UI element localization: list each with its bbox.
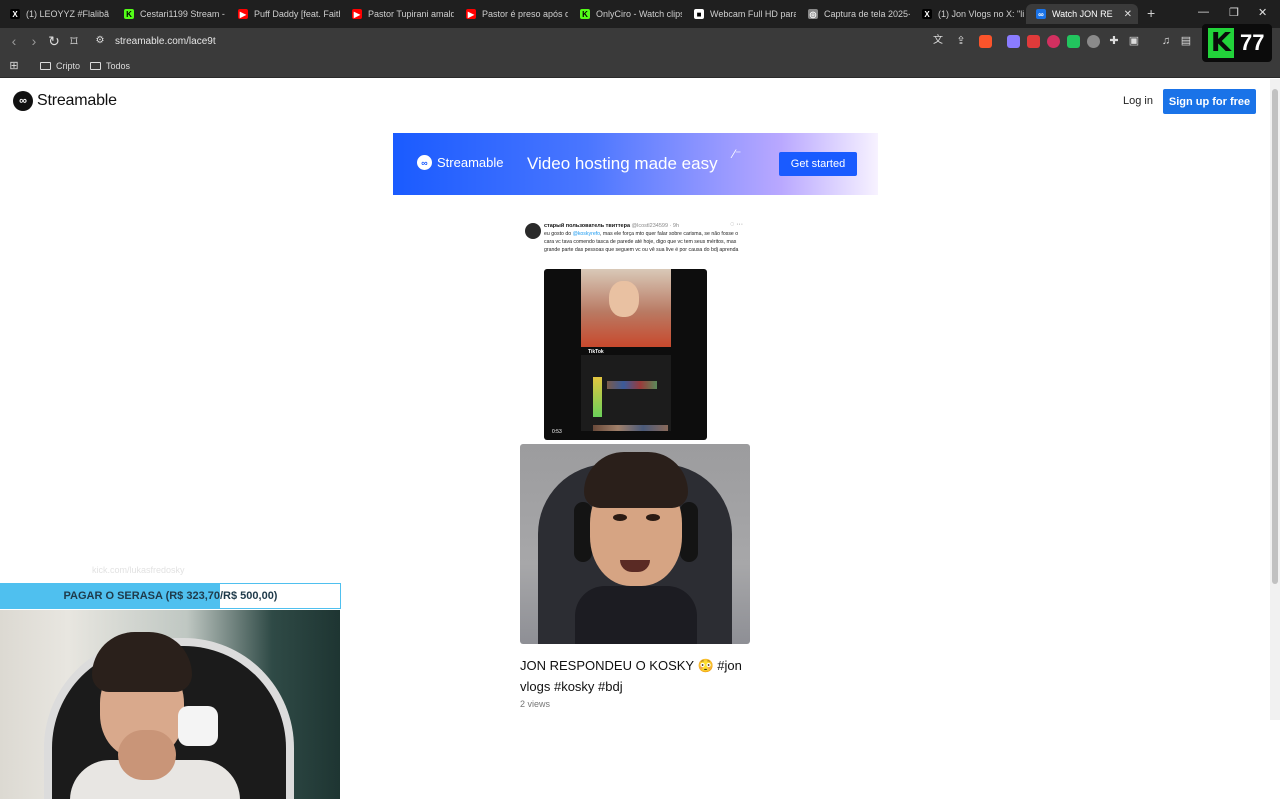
browser-tab[interactable]: ▶ Puff Daddy [feat. Faith	[228, 4, 340, 24]
counter-value: 77	[1240, 30, 1265, 55]
kick-icon: K	[580, 9, 590, 19]
video-frame-image	[581, 355, 671, 431]
translate-icon[interactable]: 文	[930, 33, 946, 49]
headphone-right	[680, 502, 698, 562]
tab-title: Captura de tela 2025-	[824, 9, 910, 19]
sidebar-icon[interactable]: ▤	[1178, 33, 1194, 49]
overlay-counter: K 77	[1202, 24, 1272, 62]
close-window-icon[interactable]: ✕	[1258, 6, 1267, 19]
youtube-icon: ▶	[352, 9, 362, 19]
streamable-logo-icon: ∞	[417, 155, 432, 170]
folder-icon	[90, 62, 101, 70]
media-timestamp: 0:53	[552, 429, 562, 435]
tweet-screenshot: старый пользователь твиттера @lcostl2345…	[520, 216, 750, 444]
browser-tab[interactable]: ■ Webcam Full HD para	[684, 4, 796, 24]
kick-logo-icon: K	[1208, 28, 1234, 58]
kick-icon: K	[124, 9, 134, 19]
avatar	[525, 223, 541, 239]
screenshot-icon[interactable]: ▣	[1126, 33, 1142, 49]
extension-icon[interactable]	[1007, 35, 1020, 48]
extensions-puzzle-icon[interactable]: ✚	[1106, 33, 1122, 49]
store-icon: ■	[694, 9, 704, 19]
tweet-text: eu gosto do @koskyrefo, mas ele força mt…	[544, 231, 739, 253]
browser-toolbar: ‹ › ↻ ⌑ ⚙ streamable.com/lace9t 文 ⇪ ✚ ▣ …	[0, 28, 1280, 56]
video-title: JON RESPONDEU O KOSKY 😳 #jon vlogs #kosk…	[520, 658, 742, 694]
forward-icon[interactable]: ›	[26, 33, 42, 49]
streamable-logo-icon: ∞	[13, 91, 33, 111]
tweet-user: старый пользователь твиттера @lcostl2345…	[544, 223, 680, 229]
extension-icon[interactable]	[1047, 35, 1060, 48]
tab-title: Puff Daddy [feat. Faith	[254, 9, 340, 19]
tweet-media: TikTok 0:53	[544, 269, 707, 440]
address-bar[interactable]: streamable.com/lace9t	[115, 36, 216, 47]
tab-title: Cestari1199 Stream - V	[140, 9, 226, 19]
get-started-button[interactable]: Get started	[779, 152, 857, 176]
earphone	[178, 706, 218, 746]
donation-goal-bar: PAGAR O SERASA (R$ 323,70/R$ 500,00)	[0, 583, 341, 609]
page-content: ∞ Streamable Log in Sign up for free ∞ S…	[0, 79, 1270, 799]
browser-tab[interactable]: X (1) LEOYYZ #Flalibã no	[0, 4, 112, 24]
browser-tab[interactable]: K OnlyCiro - Watch clips	[570, 4, 682, 24]
video-player[interactable]	[520, 444, 750, 644]
extension-icon[interactable]	[1027, 35, 1040, 48]
scrollbar-thumb[interactable]	[1272, 89, 1278, 584]
bookmark-todos[interactable]: Todos	[90, 61, 130, 71]
site-info-icon[interactable]: ⚙	[92, 33, 108, 49]
folder-icon	[40, 62, 51, 70]
browser-tab[interactable]: K Cestari1199 Stream - V	[114, 4, 226, 24]
apps-icon[interactable]: ⊞	[6, 58, 22, 74]
video-views: 2 views	[520, 699, 551, 709]
browser-tab[interactable]: ◎ Captura de tela 2025-	[798, 4, 910, 24]
x-icon: X	[922, 9, 932, 19]
extension-icon[interactable]	[1067, 35, 1080, 48]
media-icon[interactable]: ♫	[1158, 33, 1174, 49]
bookmark-icon[interactable]: ⌑	[66, 33, 82, 49]
streamable-icon: ∞	[1036, 9, 1046, 19]
back-icon[interactable]: ‹	[6, 33, 22, 49]
login-link[interactable]: Log in	[1123, 95, 1153, 107]
more-icon: ◌ ···	[730, 221, 744, 228]
bookmarks-bar: ⊞ Cripto Todos	[0, 56, 1280, 78]
stream-channel-url: kick.com/lukasfredosky	[92, 565, 185, 575]
restore-icon[interactable]: ❐	[1229, 6, 1239, 19]
tab-title: Watch JON RE	[1052, 9, 1113, 19]
bookmark-cripto[interactable]: Cripto	[40, 61, 80, 71]
tab-title: Webcam Full HD para	[710, 9, 796, 19]
sparkle-icon: ⁄⁻	[733, 147, 742, 161]
brave-shield-icon[interactable]	[979, 35, 992, 48]
banner-logo: ∞ Streamable	[417, 155, 503, 170]
streamable-logo[interactable]: ∞ Streamable	[13, 91, 117, 111]
youtube-icon: ▶	[238, 9, 248, 19]
browser-tab[interactable]: ▶ Pastor Tupirani amald	[342, 4, 454, 24]
x-icon: X	[10, 9, 20, 19]
tab-title: (1) LEOYYZ #Flalibã no	[26, 9, 112, 19]
youtube-icon: ▶	[466, 9, 476, 19]
tab-bar: X (1) LEOYYZ #Flalibã no K Cestari1199 Stre…	[0, 0, 1280, 28]
tab-title: (1) Jon Vlogs no X: "li	[938, 9, 1024, 19]
share-icon[interactable]: ⇪	[953, 33, 969, 49]
minimize-icon[interactable]: —	[1198, 6, 1209, 18]
new-tab-button[interactable]: +	[1147, 5, 1155, 21]
promo-banner[interactable]: ∞ Streamable Video hosting made easy ⁄⁻ …	[393, 133, 878, 195]
scrollbar[interactable]	[1270, 79, 1280, 720]
browser-tab[interactable]: ▶ Pastor é preso após de	[456, 4, 568, 24]
globe-icon: ◎	[808, 9, 818, 19]
tab-title: Pastor Tupirani amald	[368, 9, 454, 19]
banner-tagline: Video hosting made easy	[527, 154, 718, 173]
close-tab-icon[interactable]: ✕	[1124, 9, 1132, 20]
browser-tab[interactable]: X (1) Jon Vlogs no X: "li	[912, 4, 1024, 24]
streamer-webcam	[0, 610, 340, 799]
signup-button[interactable]: Sign up for free	[1163, 89, 1256, 114]
video-frame-image	[581, 269, 671, 347]
extension-icon[interactable]	[1087, 35, 1100, 48]
tab-title: OnlyCiro - Watch clips	[596, 9, 682, 19]
reload-icon[interactable]: ↻	[46, 33, 62, 49]
goal-label: PAGAR O SERASA (R$ 323,70/R$ 500,00)	[63, 590, 278, 602]
tab-title: Pastor é preso após de	[482, 9, 568, 19]
browser-tab[interactable]: ∞ Watch JON RE ✕	[1026, 4, 1138, 24]
